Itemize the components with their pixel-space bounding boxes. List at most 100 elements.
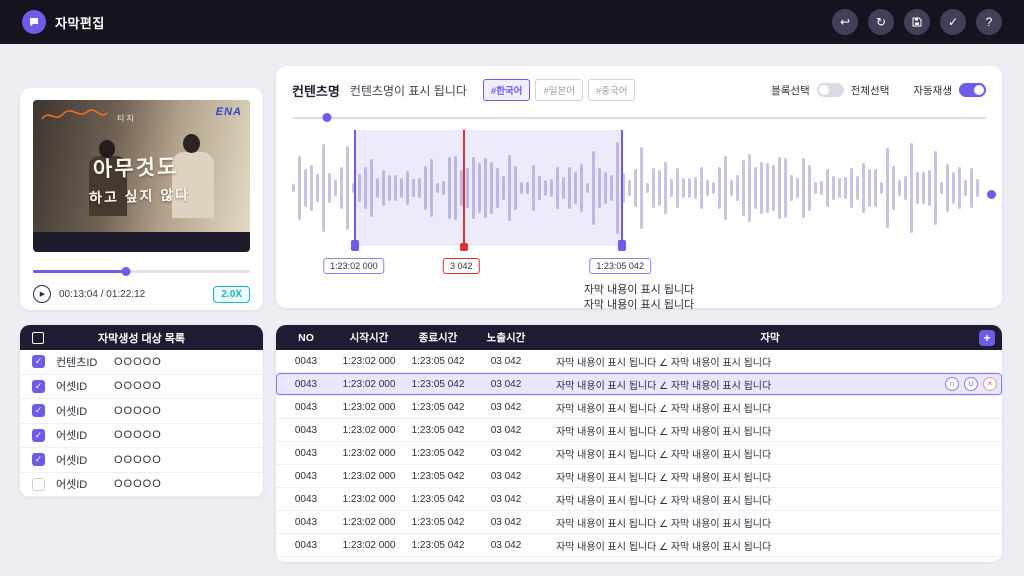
- content-name-label: 컨텐츠명: [292, 83, 340, 99]
- cell-start: 1:23:02 000: [342, 470, 396, 482]
- subtitle-row[interactable]: 0043 1:23:02 000 1:23:05 042 03 042 자막 내…: [276, 534, 1002, 557]
- language-chip[interactable]: #중국어: [587, 79, 636, 101]
- target-list-card: 자막생성 대상 목록 ✓ 컨텐츠ID OOOOO ✓ 어셋ID OOOOO ✓ …: [20, 325, 263, 497]
- cell-subtitle-text: 자막 내용이 표시 됩니다 ∠ 자막 내용이 표시 됩니다: [556, 403, 772, 415]
- cell-subtitle-text: 자막 내용이 표시 됩니다 ∠ 자막 내용이 표시 됩니다: [556, 357, 772, 369]
- cell-subtitle-text: 자막 내용이 표시 됩니다 ∠ 자막 내용이 표시 됩니다: [556, 426, 772, 438]
- cell-end: 1:23:05 042: [411, 470, 465, 482]
- language-chip[interactable]: #한국어: [482, 79, 531, 101]
- waveform-right-knob[interactable]: [987, 190, 996, 200]
- subtitle-row[interactable]: 0043 1:23:02 000 1:23:05 042 03 042 자막 내…: [276, 350, 1002, 373]
- language-chip[interactable]: #일본어: [535, 79, 583, 101]
- cell-end: 1:23:05 042: [411, 539, 465, 551]
- app-logo-icon: [22, 10, 46, 34]
- content-name-value: 컨텐츠명이 표시 됩니다: [349, 83, 467, 98]
- timeline-scrub-bar[interactable]: [292, 113, 986, 122]
- delete-row-icon[interactable]: ×: [983, 377, 997, 391]
- target-list-row: 어셋ID OOOOO: [20, 472, 263, 497]
- subtitle-preview-line1: 자막 내용이 표시 됩니다: [583, 284, 695, 296]
- cell-subtitle-text: 자막 내용이 표시 됩니다 ∠ 자막 내용이 표시 됩니다: [556, 380, 772, 392]
- undo-icon[interactable]: ↩: [832, 9, 858, 35]
- cell-subtitle-text: 자막 내용이 표시 됩니다 ∠ 자막 내용이 표시 됩니다: [556, 472, 772, 484]
- target-list-rows: ✓ 컨텐츠ID OOOOO ✓ 어셋ID OOOOO ✓ 어셋ID OOOOO …: [20, 350, 263, 497]
- refresh-icon[interactable]: ↻: [868, 9, 894, 35]
- row-value: OOOOO: [114, 404, 162, 417]
- playhead-handle[interactable]: [459, 243, 468, 251]
- cell-duration: 03 042: [490, 378, 522, 390]
- subtitle-row[interactable]: 0043 1:23:02 000 1:23:05 042 03 042 자막 내…: [276, 442, 1002, 465]
- subtitle-row[interactable]: 0043 1:23:02 000 1:23:05 042 03 042 자막 내…: [276, 488, 1002, 511]
- cell-no: 0043: [294, 539, 318, 551]
- cell-subtitle-text: 자막 내용이 표시 됩니다 ∠ 자막 내용이 표시 됩니다: [556, 495, 772, 507]
- row-checkbox-icon[interactable]: ✓: [32, 355, 45, 369]
- column-start: 시작시간: [349, 332, 389, 344]
- cell-end: 1:23:05 042: [411, 378, 465, 390]
- subtitle-row[interactable]: 0043 1:23:02 000 1:23:05 042 03 042 자막 내…: [276, 373, 1002, 396]
- row-label: 어셋ID: [56, 430, 88, 443]
- cell-duration: 03 042: [490, 470, 522, 482]
- cell-start: 1:23:02 000: [342, 539, 396, 551]
- row-checkbox-icon[interactable]: ✓: [32, 428, 45, 442]
- playback-speed-button[interactable]: 2.0X: [213, 285, 250, 303]
- subtitle-row[interactable]: 0043 1:23:02 000 1:23:05 042 03 042 자막 내…: [276, 557, 1002, 562]
- cell-duration: 03 042: [490, 516, 522, 528]
- add-row-button[interactable]: +: [979, 329, 995, 346]
- save-icon[interactable]: [904, 9, 930, 35]
- row-value: OOOOO: [114, 355, 162, 368]
- timeline-track: [292, 117, 986, 119]
- cell-end: 1:23:05 042: [411, 516, 465, 528]
- target-list-row: ✓ 어셋ID OOOOO: [20, 423, 263, 448]
- editor-toggles: 블록선택 전체선택 자동재생: [771, 83, 986, 98]
- block-select-toggle[interactable]: [816, 83, 844, 97]
- thumbnail-caption-line2: 하고 싶지 않다: [88, 186, 191, 206]
- channel-logo: ENA: [215, 106, 242, 118]
- column-duration: 노출시간: [486, 332, 526, 344]
- cell-duration: 03 042: [490, 447, 522, 459]
- video-frame: 티지 아무것도 하고 싶지 않다 ENA: [33, 100, 250, 232]
- cell-start: 1:23:02 000: [342, 493, 396, 505]
- row-label: 컨텐츠ID: [56, 356, 98, 369]
- target-list-row: ✓ 컨텐츠ID OOOOO: [20, 350, 263, 375]
- autoplay-toggle[interactable]: [959, 83, 986, 97]
- video-thumbnail[interactable]: 티지 아무것도 하고 싶지 않다 ENA: [33, 100, 250, 252]
- cell-end: 1:23:05 042: [411, 355, 465, 367]
- row-checkbox-icon[interactable]: ✓: [32, 404, 45, 418]
- cell-no: 0043: [294, 378, 318, 390]
- topbar-actions: ↩ ↻ ✓ ?: [832, 9, 1002, 35]
- confirm-icon[interactable]: ✓: [940, 9, 966, 35]
- cell-no: 0043: [294, 493, 318, 505]
- row-checkbox-icon[interactable]: [32, 477, 45, 491]
- subtitle-row[interactable]: 0043 1:23:02 000 1:23:05 042 03 042 자막 내…: [276, 419, 1002, 442]
- playhead-marker[interactable]: [459, 130, 468, 251]
- help-icon[interactable]: ?: [976, 9, 1002, 35]
- select-all-checkbox[interactable]: [32, 331, 44, 344]
- selection-end-handle[interactable]: [618, 240, 627, 251]
- row-checkbox-icon[interactable]: ✓: [32, 453, 45, 467]
- subtitle-row[interactable]: 0043 1:23:02 000 1:23:05 042 03 042 자막 내…: [276, 511, 1002, 534]
- player-controls: ▶ 00:13:04 / 01:22:12 2.0X: [33, 285, 250, 303]
- cell-end: 1:23:05 042: [411, 493, 465, 505]
- subtitle-row[interactable]: 0043 1:23:02 000 1:23:05 042 03 042 자막 내…: [276, 396, 1002, 419]
- cell-duration: 03 042: [490, 401, 522, 413]
- waveform-selection[interactable]: [351, 130, 627, 251]
- topbar: 자막편집 ↩ ↻ ✓ ?: [0, 0, 1024, 44]
- subtitle-row[interactable]: 0043 1:23:02 000 1:23:05 042 03 042 자막 내…: [276, 465, 1002, 488]
- selection-start-time: 1:23:02 000: [323, 258, 385, 274]
- block-select-label: 블록선택: [771, 84, 810, 97]
- timeline-position-knob[interactable]: [322, 113, 332, 122]
- seek-knob[interactable]: [121, 267, 131, 276]
- selection-start-handle[interactable]: [351, 240, 360, 251]
- cell-subtitle-text: 자막 내용이 표시 됩니다 ∠ 자막 내용이 표시 됩니다: [556, 518, 772, 530]
- play-icon[interactable]: ▶: [33, 285, 51, 303]
- cell-subtitle-text: 자막 내용이 표시 됩니다 ∠ 자막 내용이 표시 됩니다: [556, 449, 772, 461]
- merge-prev-icon[interactable]: ∩: [945, 377, 959, 391]
- row-checkbox-icon[interactable]: ✓: [32, 379, 45, 393]
- editor-header: 컨텐츠명 컨텐츠명이 표시 됩니다 #한국어 #일본어 #중국어 블록선택 전체선택…: [292, 79, 986, 101]
- row-value: OOOOO: [114, 453, 162, 466]
- cell-duration: 03 042: [490, 539, 522, 551]
- thumbnail-caption-line1: 아무것도: [92, 155, 179, 182]
- player-seek-bar[interactable]: [33, 266, 250, 276]
- language-chips: #한국어 #일본어 #중국어: [482, 79, 636, 101]
- merge-next-icon[interactable]: ∪: [964, 377, 978, 391]
- playhead-offset-time: 3 042: [442, 258, 480, 274]
